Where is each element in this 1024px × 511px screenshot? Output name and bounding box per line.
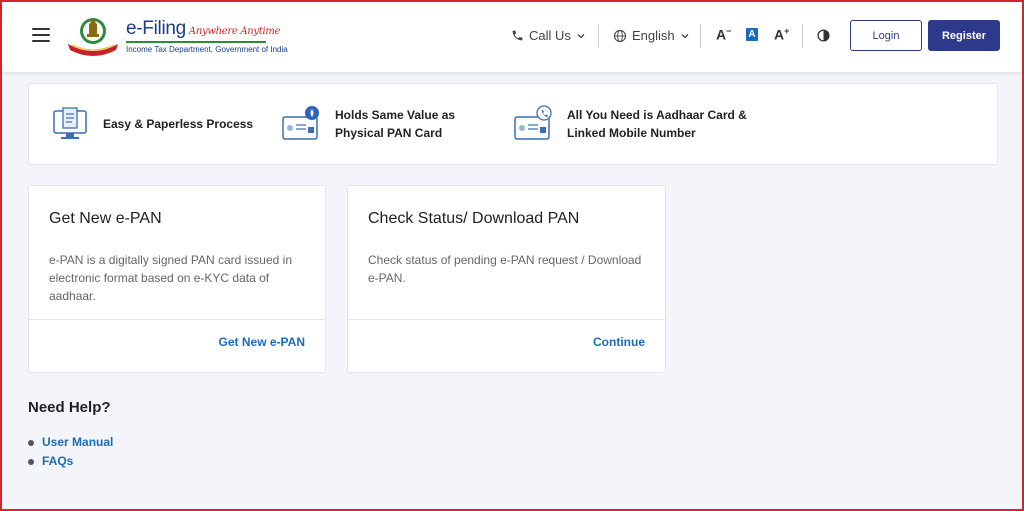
font-increase-button[interactable]: A+ <box>774 26 789 43</box>
logo-subtitle: Income Tax Department, Government of Ind… <box>126 45 288 54</box>
feature-text: All You Need is Aadhaar Card & <box>567 108 747 122</box>
top-header: e-Filing Anywhere Anytime Income Tax Depa… <box>2 2 1022 72</box>
feature-item: Easy & Paperless Process <box>51 84 253 164</box>
efiling-logo[interactable]: e-Filing Anywhere Anytime Income Tax Depa… <box>64 14 288 60</box>
feature-item: Holds Same Value as Physical PAN Card <box>281 84 455 164</box>
chevron-down-icon <box>681 33 689 38</box>
card-description: e-PAN is a digitally signed PAN card iss… <box>49 253 292 303</box>
font-decrease-button[interactable]: A− <box>716 26 731 43</box>
logo-title: e-Filing Anywhere Anytime <box>126 18 281 39</box>
header-separator <box>700 24 701 48</box>
phone-icon <box>512 30 523 41</box>
card-title: Check Status/ Download PAN <box>368 210 580 227</box>
card-get-new-epan: Get New e-PAN e-PAN is a digitally signe… <box>28 185 326 373</box>
list-item: User Manual <box>28 433 113 452</box>
feature-text: Physical PAN Card <box>335 126 443 140</box>
card-divider <box>348 319 665 320</box>
feature-text: Easy & Paperless Process <box>103 117 254 131</box>
contrast-toggle-icon[interactable] <box>817 29 830 42</box>
logo-tagline: Anywhere Anytime <box>188 26 281 37</box>
call-us-label: Call Us <box>529 28 571 43</box>
card-description: Check status of pending e-PAN request / … <box>368 253 642 285</box>
computer-document-icon <box>53 107 87 139</box>
bullet-icon <box>28 439 34 446</box>
continue-link[interactable]: Continue <box>593 335 645 349</box>
register-button[interactable]: Register <box>928 20 1000 51</box>
login-button[interactable]: Login <box>850 20 922 51</box>
list-item: FAQs <box>28 452 113 471</box>
hamburger-menu-icon[interactable] <box>32 28 50 42</box>
feature-text: Linked Mobile Number <box>567 126 696 140</box>
get-new-epan-link[interactable]: Get New e-PAN <box>219 335 305 349</box>
emblem-icon <box>68 18 118 56</box>
faqs-link[interactable]: FAQs <box>42 452 73 471</box>
pan-card-icon <box>282 106 319 140</box>
chevron-down-icon <box>577 33 585 38</box>
font-normal-button[interactable]: A <box>746 28 758 41</box>
help-title: Need Help? <box>28 399 111 416</box>
header-separator <box>598 24 599 48</box>
card-title: Get New e-PAN <box>49 210 162 227</box>
language-label: English <box>632 28 675 43</box>
feature-item: All You Need is Aadhaar Card & Linked Mo… <box>513 84 747 164</box>
help-list: User Manual FAQs <box>28 433 113 471</box>
logo-underline <box>126 41 266 43</box>
aadhaar-card-phone-icon <box>514 105 552 140</box>
call-us-dropdown[interactable]: Call Us <box>511 28 586 43</box>
features-strip: Easy & Paperless Process Holds Same Valu… <box>28 83 998 165</box>
feature-text: Holds Same Value as <box>335 108 456 122</box>
header-separator <box>802 24 803 48</box>
card-divider <box>29 319 325 320</box>
user-manual-link[interactable]: User Manual <box>42 433 113 452</box>
bullet-icon <box>28 458 34 465</box>
language-dropdown[interactable]: English <box>613 28 690 43</box>
globe-icon <box>613 29 627 42</box>
card-check-status: Check Status/ Download PAN Check status … <box>347 185 666 373</box>
